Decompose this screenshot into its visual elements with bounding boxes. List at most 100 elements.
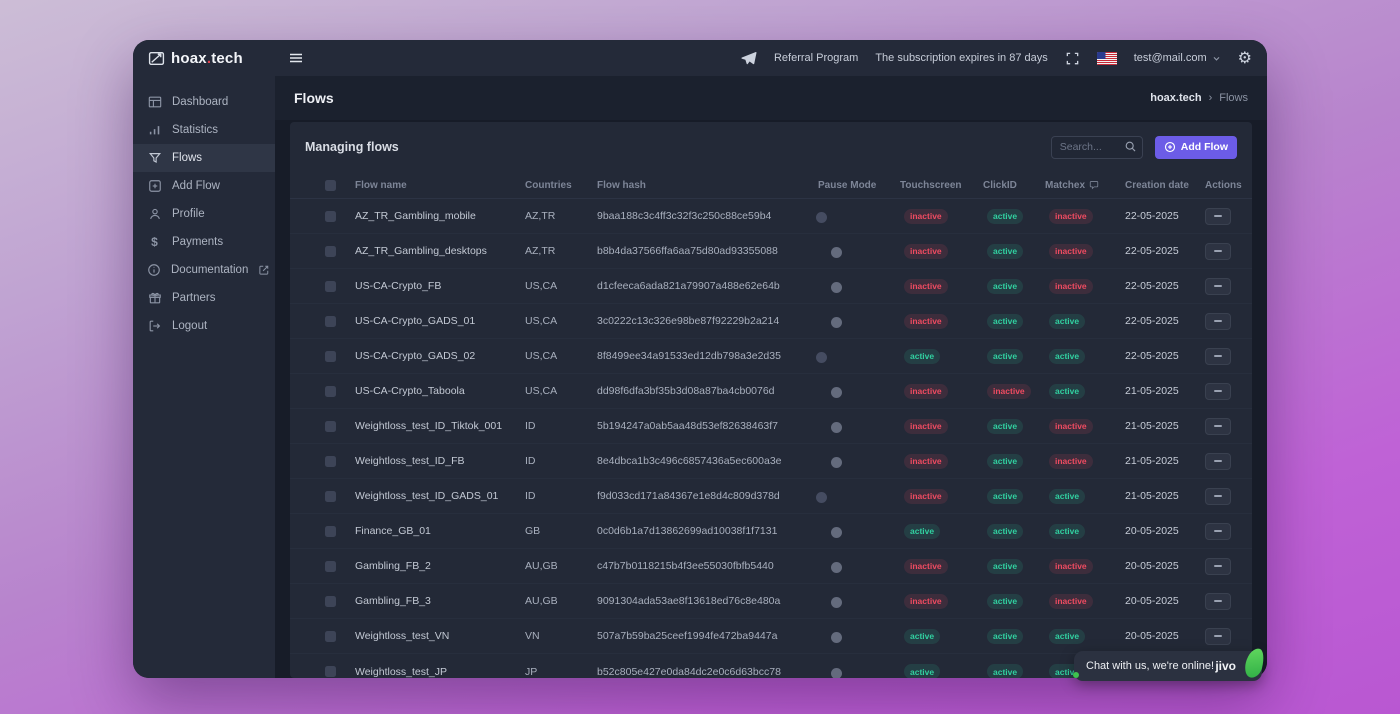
row-actions-button[interactable] <box>1205 593 1231 610</box>
row-checkbox[interactable] <box>325 351 336 362</box>
matchex-badge: active <box>1049 629 1085 644</box>
sidebar-item-logout[interactable]: Logout <box>133 312 275 340</box>
row-checkbox[interactable] <box>325 421 336 432</box>
flow-countries: US,CA <box>525 315 597 327</box>
sidebar-item-label: Add Flow <box>172 180 220 192</box>
jivo-chat-widget[interactable]: Chat with us, we're online! jivo <box>1074 651 1262 681</box>
sidebar-item-add-flow[interactable]: Add Flow <box>133 172 275 200</box>
row-actions-button[interactable] <box>1205 453 1231 470</box>
row-checkbox[interactable] <box>325 561 336 572</box>
fullscreen-icon[interactable] <box>1065 51 1080 66</box>
desktop-background: hoax.tech Referral Program The subscript… <box>0 0 1400 714</box>
table-row: US-CA-Crypto_GADS_01 US,CA 3c0222c13c326… <box>290 304 1252 339</box>
row-checkbox[interactable] <box>325 596 336 607</box>
sidebar-item-label: Payments <box>172 236 223 248</box>
sidebar-item-profile[interactable]: Profile <box>133 200 275 228</box>
row-actions-button[interactable] <box>1205 558 1231 575</box>
creation-date: 20-05-2025 <box>1125 630 1205 642</box>
table-row: AZ_TR_Gambling_desktops AZ,TR b8b4da3756… <box>290 234 1252 269</box>
flow-hash: 8e4dbca1b3c496c6857436a5ec600a3e <box>597 455 818 467</box>
matchex-badge: active <box>1049 349 1085 364</box>
hamburger-menu-icon[interactable] <box>288 50 304 66</box>
flow-countries: GB <box>525 525 597 537</box>
clickid-badge: active <box>987 349 1023 364</box>
search-icon[interactable] <box>1124 140 1137 153</box>
us-flag[interactable] <box>1097 52 1117 65</box>
row-checkbox[interactable] <box>325 246 336 257</box>
brand-logo[interactable]: hoax.tech <box>133 50 275 67</box>
table-row: Weightloss_test_ID_FB ID 8e4dbca1b3c496c… <box>290 444 1252 479</box>
flow-name: Gambling_FB_2 <box>355 560 525 572</box>
page-header: Flows hoax.tech › Flows <box>275 76 1267 120</box>
add-flow-button[interactable]: Add Flow <box>1155 136 1237 159</box>
sidebar-item-documentation[interactable]: Documentation <box>133 256 275 284</box>
flow-hash: b52c805e427e0da84dc2e0c6d63bcc78 <box>597 666 818 678</box>
row-actions-button[interactable] <box>1205 348 1231 365</box>
touchscreen-badge: active <box>904 629 940 644</box>
sidebar-item-label: Documentation <box>171 264 248 276</box>
sidebar-item-dashboard[interactable]: Dashboard <box>133 88 275 116</box>
sidebar-item-payments[interactable]: $ Payments <box>133 228 275 256</box>
row-checkbox[interactable] <box>325 526 336 537</box>
row-checkbox[interactable] <box>325 491 336 502</box>
flow-hash: 9091304ada53ae8f13618ed76c8e480a <box>597 595 818 607</box>
flow-countries: AZ,TR <box>525 210 597 222</box>
clickid-badge: active <box>987 524 1023 539</box>
table-row: AZ_TR_Gambling_mobile AZ,TR 9baa188c3c4f… <box>290 199 1252 234</box>
table-row: US-CA-Crypto_FB US,CA d1cfeeca6ada821a79… <box>290 269 1252 304</box>
flow-name: US-CA-Crypto_GADS_01 <box>355 315 525 327</box>
creation-date: 21-05-2025 <box>1125 455 1205 467</box>
flows-icon <box>147 151 162 165</box>
row-actions-button[interactable] <box>1205 313 1231 330</box>
row-actions-button[interactable] <box>1205 278 1231 295</box>
jivo-logo: jivo <box>1215 659 1236 673</box>
telegram-icon[interactable] <box>740 50 757 67</box>
row-actions-button[interactable] <box>1205 418 1231 435</box>
row-checkbox[interactable] <box>325 281 336 292</box>
row-actions-button[interactable] <box>1205 628 1231 645</box>
row-checkbox[interactable] <box>325 456 336 467</box>
hoax-logo-icon <box>148 50 165 67</box>
sidebar-item-flows[interactable]: Flows <box>133 144 275 172</box>
sidebar-nav: Dashboard Statistics Flows Add Flow Prof… <box>133 76 275 678</box>
flow-name: Weightloss_test_VN <box>355 630 525 642</box>
row-checkbox[interactable] <box>325 666 336 677</box>
row-actions-button[interactable] <box>1205 488 1231 505</box>
flow-countries: ID <box>525 455 597 467</box>
flow-hash: f9d033cd171a84367e1e8d4c809d378d <box>597 490 818 502</box>
sidebar-item-statistics[interactable]: Statistics <box>133 116 275 144</box>
help-bubble-icon[interactable] <box>1089 180 1099 190</box>
breadcrumb-root[interactable]: hoax.tech <box>1150 92 1201 104</box>
flow-hash: dd98f6dfa3bf35b3d08a87ba4cb0076d <box>597 385 818 397</box>
matchex-badge: inactive <box>1049 279 1093 294</box>
matchex-badge: inactive <box>1049 419 1093 434</box>
ellipsis-icon <box>1214 285 1222 287</box>
row-actions-button[interactable] <box>1205 383 1231 400</box>
row-actions-button[interactable] <box>1205 243 1231 260</box>
row-actions-button[interactable] <box>1205 208 1231 225</box>
ellipsis-icon <box>1214 425 1222 427</box>
touchscreen-badge: inactive <box>904 244 948 259</box>
flow-name: Weightloss_test_ID_Tiktok_001 <box>355 420 525 432</box>
breadcrumb-separator: › <box>1209 92 1213 104</box>
row-checkbox[interactable] <box>325 386 336 397</box>
col-header-flow-name: Flow name <box>355 180 525 191</box>
ellipsis-icon <box>1214 250 1222 252</box>
panel-title: Managing flows <box>305 140 399 154</box>
gear-icon[interactable]: ⚙ <box>1238 50 1252 66</box>
touchscreen-badge: inactive <box>904 419 948 434</box>
user-menu[interactable]: test@mail.com <box>1134 52 1221 64</box>
row-actions-button[interactable] <box>1205 523 1231 540</box>
ellipsis-icon <box>1214 460 1222 462</box>
creation-date: 21-05-2025 <box>1125 420 1205 432</box>
table-row: US-CA-Crypto_Taboola US,CA dd98f6dfa3bf3… <box>290 374 1252 409</box>
row-checkbox[interactable] <box>325 631 336 642</box>
referral-program-link[interactable]: Referral Program <box>774 52 858 64</box>
sidebar-item-partners[interactable]: Partners <box>133 284 275 312</box>
row-checkbox[interactable] <box>325 316 336 327</box>
flow-hash: c47b7b0118215b4f3ee55030fbfb5440 <box>597 560 818 572</box>
row-checkbox[interactable] <box>325 211 336 222</box>
creation-date: 21-05-2025 <box>1125 385 1205 397</box>
content-area: Managing flows <box>275 120 1267 678</box>
select-all-checkbox[interactable] <box>325 180 336 191</box>
